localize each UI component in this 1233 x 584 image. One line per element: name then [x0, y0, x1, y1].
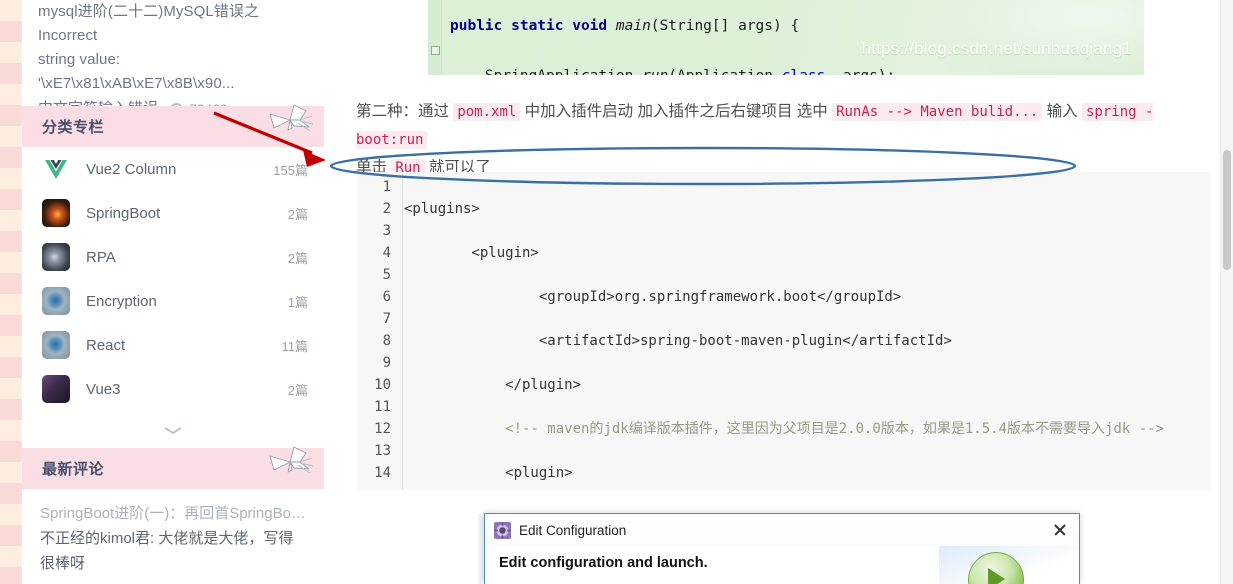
line-number: 9	[382, 355, 391, 371]
recommended-article-title-line2: string value: '\xE7\x81\xAB\xE7\x8B\x90.…	[38, 51, 235, 92]
comment-source: SpringBoot进阶(一)：再回首SpringBoot …	[40, 505, 306, 522]
dialog-title: Edit Configuration	[519, 522, 627, 538]
category-item-vue3[interactable]: Vue3 2篇	[22, 367, 324, 411]
code-line: <plugins>	[404, 201, 480, 217]
line-number: 2	[382, 201, 391, 217]
sidebar: mysql进阶(二十二)MySQL错误之Incorrect string val…	[22, 0, 324, 584]
instruction-paragraph: 第二种：通过 pom.xml 中加入插件启动 加入插件之后右键项目 选中 Run…	[356, 98, 1216, 182]
latest-comments-header-title: 最新评论	[42, 461, 105, 478]
code-gutter	[428, 0, 442, 75]
comment-item[interactable]: SpringBoot进阶(一)：再回首SpringBoot … 不正经的kimo…	[40, 501, 306, 576]
category-count: 2篇	[287, 250, 308, 266]
categories-list: Vue2 Column 155篇 SpringBoot 2篇 RPA 2篇 En…	[22, 147, 324, 451]
latest-comments-header: 最新评论	[22, 446, 324, 489]
line-number: 10	[374, 377, 391, 393]
category-count: 155篇	[273, 162, 308, 178]
eye-avatar-icon	[42, 287, 70, 315]
line-number: 12	[374, 421, 391, 437]
vue3-avatar-icon	[42, 375, 70, 403]
inline-code-runas: RunAs --> Maven bulid...	[832, 103, 1043, 121]
code-line: </plugin>	[404, 377, 582, 393]
line-number: 14	[374, 465, 391, 481]
vertical-scrollbar[interactable]	[1220, 0, 1233, 584]
dialog-title-bar: Edit Configuration	[485, 514, 1079, 546]
category-item-react[interactable]: React 11篇	[22, 323, 324, 367]
para-text-2: 中加入插件启动 加入插件之后右键项目 选中	[520, 103, 833, 120]
line-number: 13	[374, 443, 391, 459]
category-item-encryption[interactable]: Encryption 1篇	[22, 279, 324, 323]
categories-header-title: 分类专栏	[42, 119, 105, 136]
page-root: mysql进阶(二十二)MySQL错误之Incorrect string val…	[0, 0, 1233, 584]
category-name: Vue2 Column	[86, 160, 177, 178]
bow-ribbon-icon	[269, 446, 314, 474]
category-name: SpringBoot	[86, 204, 161, 222]
categories-section: 分类专栏 Vue2 Column 155篇 SpringBoot 2篇 RPA …	[22, 104, 324, 451]
line-number: 5	[382, 267, 391, 283]
category-count: 11篇	[281, 338, 309, 354]
line-number: 8	[382, 333, 391, 349]
category-count: 2篇	[287, 206, 308, 222]
category-item-rpa[interactable]: RPA 2篇	[22, 235, 324, 279]
category-name: React	[86, 336, 126, 354]
dialog-heading: Edit configuration and launch.	[499, 555, 708, 571]
xml-code-block[interactable]: 1 2 3 4 5 6 7 8 9 10 11 12 13 14 <plugin…	[358, 172, 1210, 490]
para-text-1: 第二种：通过	[356, 103, 454, 120]
chevron-down-icon	[165, 427, 181, 436]
scrollbar-thumb[interactable]	[1223, 150, 1231, 270]
edit-configuration-dialog[interactable]: Edit Configuration Edit configuration an…	[484, 513, 1080, 584]
category-item-vue2-column[interactable]: Vue2 Column 155篇	[22, 147, 324, 191]
bow-ribbon-icon	[269, 104, 314, 132]
watermark-text: https://blog.csdn.net/sunhuaqiang1	[861, 39, 1132, 58]
gear-icon	[494, 521, 511, 539]
vue-logo-icon	[42, 155, 70, 183]
category-count: 1篇	[287, 294, 308, 310]
close-icon[interactable]	[1051, 521, 1069, 539]
category-item-springboot[interactable]: SpringBoot 2篇	[22, 191, 324, 235]
category-count: 2篇	[287, 382, 308, 398]
line-number-gutter: 1 2 3 4 5 6 7 8 9 10 11 12 13 14	[358, 172, 403, 490]
line-number: 4	[382, 245, 391, 261]
line-number: 3	[382, 223, 391, 239]
code-line: <artifactId>spring-boot-maven-plugin</ar…	[404, 333, 952, 349]
code-line: <groupId>org.springframework.boot</group…	[404, 289, 902, 305]
para-text-3: 输入	[1042, 103, 1082, 120]
dialog-body: Edit configuration and launch.	[485, 546, 1079, 584]
latest-comments-section: 最新评论 SpringBoot进阶(一)：再回首SpringBoot … 不正经…	[22, 446, 324, 584]
category-name: Encryption	[86, 292, 157, 310]
springboot-avatar-icon	[42, 199, 70, 227]
rpa-avatar-icon	[42, 243, 70, 271]
java-code-block[interactable]: public static void main(String[] args) {…	[428, 0, 1144, 75]
code-line: <plugin>	[404, 245, 539, 261]
latest-comments-list: SpringBoot进阶(一)：再回首SpringBoot … 不正经的kimo…	[22, 489, 324, 584]
recommended-article-title-line1: mysql进阶(二十二)MySQL错误之Incorrect	[38, 3, 260, 44]
java-code-text: public static void main(String[] args) {…	[450, 18, 895, 75]
line-number: 11	[374, 399, 391, 415]
line-number: 6	[382, 289, 391, 305]
xml-code-text: <plugins> <plugin> <groupId>org.springfr…	[404, 176, 1164, 490]
code-line: <plugin>	[404, 465, 573, 481]
line-number: 1	[382, 179, 391, 195]
category-name: Vue3	[86, 380, 121, 398]
code-line: <!-- maven的jdk编译版本插件，这里因为父项目是2.0.0版本，如果是…	[404, 421, 1165, 437]
comment-text: 不正经的kimol君: 大佬就是大佬，写得很棒呀	[40, 530, 294, 572]
line-number: 7	[382, 311, 391, 327]
inline-code-pom: pom.xml	[453, 103, 521, 121]
paragraph-line-1: 第二种：通过 pom.xml 中加入插件启动 加入插件之后右键项目 选中 Run…	[356, 98, 1216, 154]
eye-avatar-icon	[42, 331, 70, 359]
category-name: RPA	[86, 248, 116, 266]
categories-header: 分类专栏	[22, 104, 324, 147]
fold-marker-icon[interactable]	[431, 46, 440, 55]
